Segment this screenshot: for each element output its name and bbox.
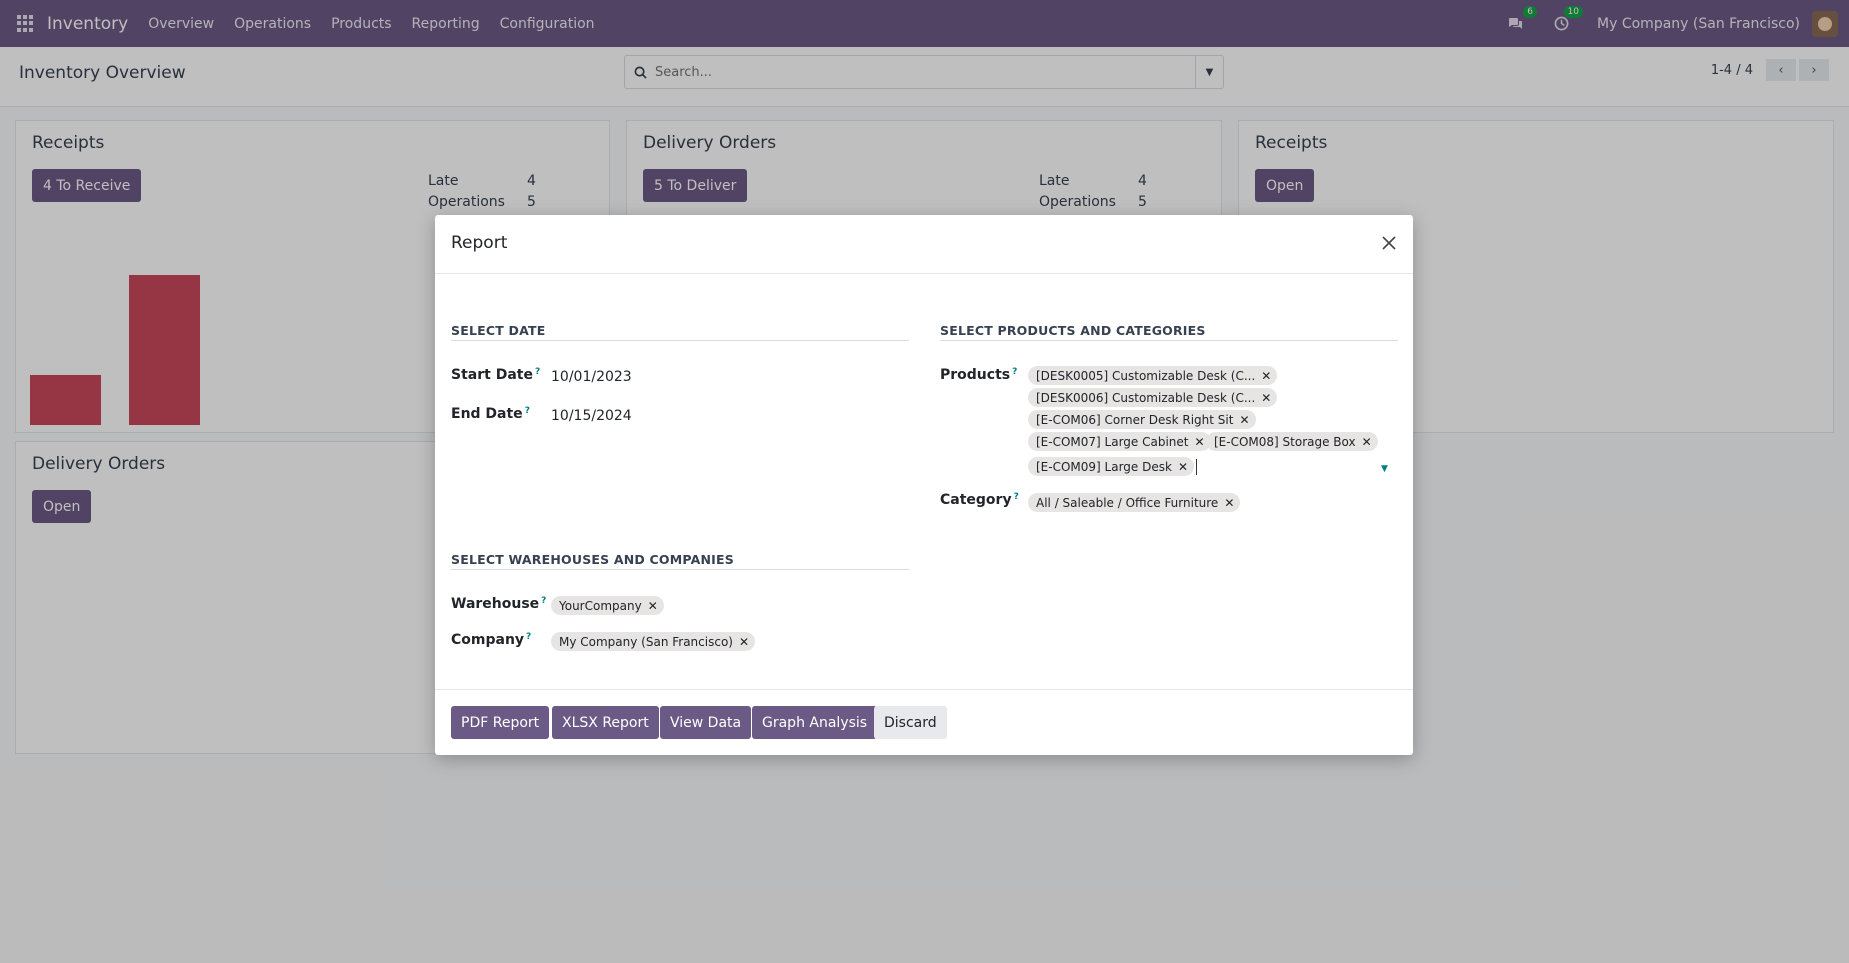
product-tag[interactable]: [E-COM08] Storage Box ✕: [1206, 432, 1378, 451]
report-dialog: Report SELECT DATE Start Date? 10/01/202…: [435, 215, 1413, 755]
remove-tag-icon[interactable]: ✕: [1261, 391, 1271, 405]
company-tag[interactable]: My Company (San Francisco) ✕: [551, 632, 756, 651]
product-tag[interactable]: [DESK0006] Customizable Desk (C... ✕: [1028, 388, 1278, 407]
graph-analysis-button[interactable]: Graph Analysis: [752, 706, 878, 739]
dialog-title: Report: [451, 233, 508, 253]
tag-label: YourCompany: [559, 598, 642, 613]
remove-tag-icon[interactable]: ✕: [1239, 413, 1249, 427]
warehouse-tag[interactable]: YourCompany ✕: [551, 596, 664, 615]
select-products-heading: SELECT PRODUCTS AND CATEGORIES: [940, 323, 1206, 338]
tag-label: [E-COM08] Storage Box: [1214, 434, 1356, 449]
close-icon[interactable]: [1377, 231, 1401, 255]
products-dropdown-caret-icon[interactable]: ▼: [1381, 464, 1388, 474]
tag-label: [DESK0005] Customizable Desk (C...: [1036, 368, 1256, 383]
product-tag[interactable]: [DESK0005] Customizable Desk (C... ✕: [1028, 366, 1278, 385]
dialog-header: Report: [435, 215, 1413, 274]
remove-tag-icon[interactable]: ✕: [648, 599, 658, 613]
help-icon[interactable]: ?: [535, 367, 540, 377]
remove-tag-icon[interactable]: ✕: [1195, 435, 1205, 449]
remove-tag-icon[interactable]: ✕: [1261, 369, 1271, 383]
tag-label: [E-COM06] Corner Desk Right Sit: [1036, 412, 1234, 427]
tag-label: [E-COM07] Large Cabinet: [1036, 434, 1189, 449]
tag-label: My Company (San Francisco): [559, 634, 733, 649]
dialog-footer: PDF Report XLSX Report View Data Graph A…: [435, 689, 1413, 755]
company-label: Company?: [451, 632, 532, 648]
help-icon[interactable]: ?: [526, 632, 531, 642]
select-date-heading: SELECT DATE: [451, 323, 546, 338]
xlsx-report-button[interactable]: XLSX Report: [552, 706, 659, 739]
remove-tag-icon[interactable]: ✕: [1224, 496, 1234, 510]
end-date-field[interactable]: 10/15/2024: [551, 408, 632, 424]
end-date-label: End Date?: [451, 406, 530, 422]
remove-tag-icon[interactable]: ✕: [1178, 460, 1188, 474]
category-label: Category?: [940, 492, 1019, 508]
tag-label: [DESK0006] Customizable Desk (C...: [1036, 390, 1256, 405]
select-warehouses-heading: SELECT WAREHOUSES AND COMPANIES: [451, 552, 734, 567]
products-input-cursor[interactable]: [1196, 459, 1197, 475]
help-icon[interactable]: ?: [1014, 492, 1019, 502]
tag-label: [E-COM09] Large Desk: [1036, 459, 1172, 474]
divider: [451, 340, 909, 341]
remove-tag-icon[interactable]: ✕: [739, 635, 749, 649]
products-label: Products?: [940, 367, 1018, 383]
discard-button[interactable]: Discard: [874, 706, 947, 739]
product-tag[interactable]: [E-COM09] Large Desk ✕: [1028, 457, 1194, 476]
tag-label: All / Saleable / Office Furniture: [1036, 495, 1219, 510]
divider: [940, 340, 1398, 341]
divider: [451, 569, 909, 570]
help-icon[interactable]: ?: [541, 596, 546, 606]
remove-tag-icon[interactable]: ✕: [1362, 435, 1372, 449]
product-tag[interactable]: [E-COM06] Corner Desk Right Sit ✕: [1028, 410, 1256, 429]
help-icon[interactable]: ?: [1012, 367, 1017, 377]
warehouse-label: Warehouse?: [451, 596, 547, 612]
category-tag[interactable]: All / Saleable / Office Furniture ✕: [1028, 493, 1241, 512]
help-icon[interactable]: ?: [525, 406, 530, 416]
view-data-button[interactable]: View Data: [660, 706, 752, 739]
pdf-report-button[interactable]: PDF Report: [451, 706, 550, 739]
product-tag[interactable]: [E-COM07] Large Cabinet ✕: [1028, 432, 1211, 451]
start-date-field[interactable]: 10/01/2023: [551, 369, 632, 385]
start-date-label: Start Date?: [451, 367, 541, 383]
